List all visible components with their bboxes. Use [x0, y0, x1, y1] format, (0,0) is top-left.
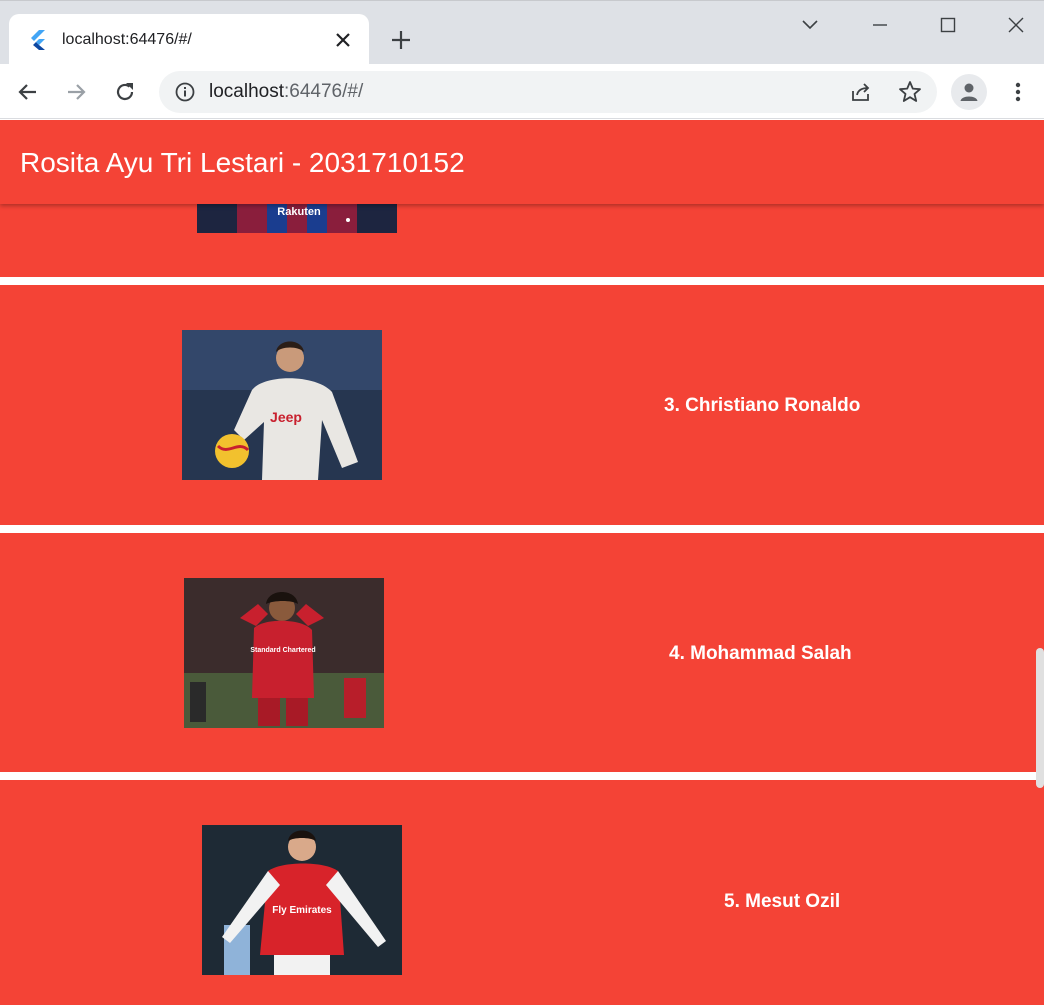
share-icon[interactable]	[849, 80, 873, 104]
list-item[interactable]: Standard Chartered 4. Mohammad Salah	[0, 533, 1044, 772]
svg-text:Fly Emirates: Fly Emirates	[272, 905, 332, 916]
svg-text:Jeep: Jeep	[270, 409, 302, 425]
site-info-icon[interactable]	[174, 81, 196, 103]
player-name: 5. Mesut Ozil	[724, 891, 841, 912]
svg-text:Standard Chartered: Standard Chartered	[250, 647, 315, 654]
profile-avatar[interactable]	[951, 74, 987, 110]
reload-icon[interactable]	[111, 78, 139, 106]
player-photo: Standard Chartered	[184, 578, 384, 728]
app-title: Rosita Ayu Tri Lestari - 2031710152	[20, 147, 465, 178]
forward-icon[interactable]	[62, 78, 90, 106]
address-bar[interactable]: localhost:64476/#/	[159, 71, 937, 113]
back-icon[interactable]	[14, 78, 42, 106]
tab-search-icon[interactable]	[796, 11, 824, 39]
tab-title: localhost:64476/#/	[62, 31, 192, 48]
close-tab-icon[interactable]	[331, 28, 355, 52]
scrollbar-thumb[interactable]	[1036, 648, 1044, 788]
browser-tab[interactable]: localhost:64476/#/	[9, 14, 369, 65]
new-tab-icon[interactable]	[388, 27, 414, 53]
player-name: 4. Mohammad Salah	[669, 643, 852, 664]
menu-kebab-icon[interactable]	[1004, 78, 1032, 106]
person-icon	[960, 83, 978, 101]
svg-text:Rakuten: Rakuten	[277, 206, 321, 218]
url-text: localhost:64476/#/	[209, 81, 364, 102]
app-bar: Rosita Ayu Tri Lestari - 2031710152	[0, 120, 1044, 204]
player-photo: Fly Emirates	[202, 825, 402, 975]
player-name: 3. Christiano Ronaldo	[664, 395, 861, 416]
player-photo: Jeep	[182, 330, 382, 480]
minimize-icon[interactable]	[866, 11, 894, 39]
list-item[interactable]: Jeep 3. Christiano Ronaldo	[0, 285, 1044, 525]
maximize-icon[interactable]	[934, 11, 962, 39]
flutter-icon	[31, 30, 45, 50]
app-viewport[interactable]: Rosita Ayu Tri Lestari - 2031710152 Raku…	[0, 120, 1044, 1005]
list-item[interactable]: Fly Emirates 5. Mesut Ozil	[0, 780, 1044, 1005]
browser-tab-strip: localhost:64476/#/	[0, 0, 1044, 65]
bookmark-star-icon[interactable]	[897, 79, 923, 105]
close-window-icon[interactable]	[1002, 11, 1030, 39]
browser-toolbar: localhost:64476/#/	[0, 64, 1044, 119]
